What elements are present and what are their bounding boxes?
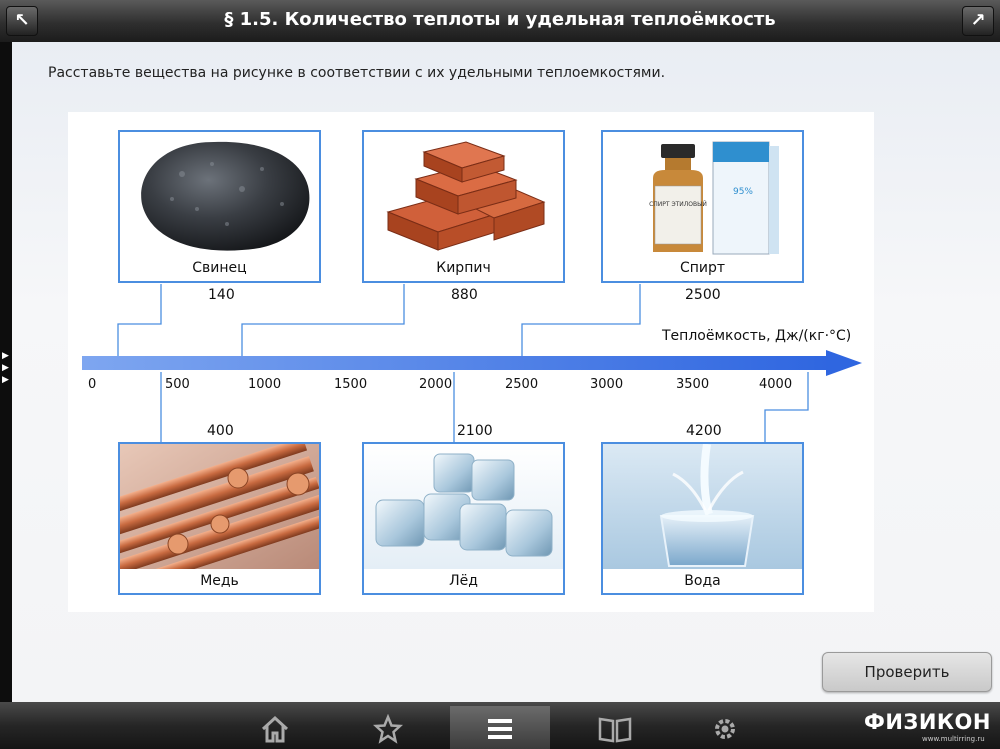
diagram-lines [82, 284, 862, 442]
card-label: Кирпич [436, 260, 491, 276]
card-svinets[interactable]: Свинец [118, 130, 321, 283]
tick-label: 4000 [759, 377, 793, 392]
tick-label: 3000 [590, 377, 624, 392]
tick-label: 2500 [505, 377, 539, 392]
connector-svinets [117, 284, 162, 358]
value-med: 400 [207, 423, 234, 439]
coal-lump-image [122, 134, 317, 256]
nav-menu-button[interactable] [450, 706, 550, 749]
gear-icon [715, 719, 735, 739]
alcohol-bottle-image: СПИРТ ЭТИЛОВЫЙ 95% [605, 134, 800, 256]
card-label: Свинец [192, 260, 247, 276]
home-icon [261, 715, 289, 743]
tick-label: 1500 [334, 377, 368, 392]
bottle-label-text: СПИРТ ЭТИЛОВЫЙ [649, 201, 707, 208]
bottom-navigation: ФИЗИКОН www.multirring.ru [0, 702, 1000, 749]
nav-book-button[interactable] [563, 706, 663, 749]
card-spirt[interactable]: СПИРТ ЭТИЛОВЫЙ 95% Спирт [601, 130, 804, 283]
connector-spirt [521, 284, 641, 358]
value-kirpich: 880 [451, 287, 478, 303]
ice-cubes-image [364, 444, 563, 569]
card-label: Спирт [679, 260, 726, 276]
tick-label: 3500 [676, 377, 710, 392]
check-button[interactable]: Проверить [822, 652, 992, 692]
brand-url: www.multirring.ru [922, 735, 985, 743]
nav-favorites-button[interactable] [338, 706, 438, 749]
axis-shaft [82, 356, 830, 370]
value-voda: 4200 [686, 423, 722, 439]
axis-label: Теплоёмкость, Дж/(кг·°С) [662, 328, 852, 344]
bricks-image [366, 134, 561, 256]
card-label: Лёд [364, 569, 563, 593]
nav-settings-button[interactable] [675, 706, 775, 749]
card-med[interactable]: Медь [118, 442, 321, 595]
card-kirpich[interactable]: Кирпич [362, 130, 565, 283]
card-label: Медь [120, 569, 319, 593]
tick-label: 2000 [419, 377, 453, 392]
value-svinets: 140 [208, 287, 235, 303]
menu-icon [488, 719, 512, 739]
tick-label: 1000 [248, 377, 282, 392]
value-led: 2100 [457, 423, 493, 439]
value-spirt: 2500 [685, 287, 721, 303]
nav-home-button[interactable] [225, 706, 325, 749]
axis-arrowhead [826, 350, 862, 376]
connector-kirpich [241, 284, 405, 358]
brand-logo: ФИЗИКОН [864, 710, 991, 734]
star-icon [373, 714, 403, 744]
card-voda[interactable]: Вода [601, 442, 804, 595]
book-icon [598, 717, 632, 743]
tick-label: 500 [165, 377, 190, 392]
card-led[interactable]: Лёд [362, 442, 565, 595]
box-percent-text: 95% [733, 187, 753, 197]
copper-rods-image [120, 444, 319, 569]
card-label: Вода [603, 569, 802, 593]
water-glass-image [603, 444, 802, 569]
tick-label: 0 [88, 377, 97, 392]
